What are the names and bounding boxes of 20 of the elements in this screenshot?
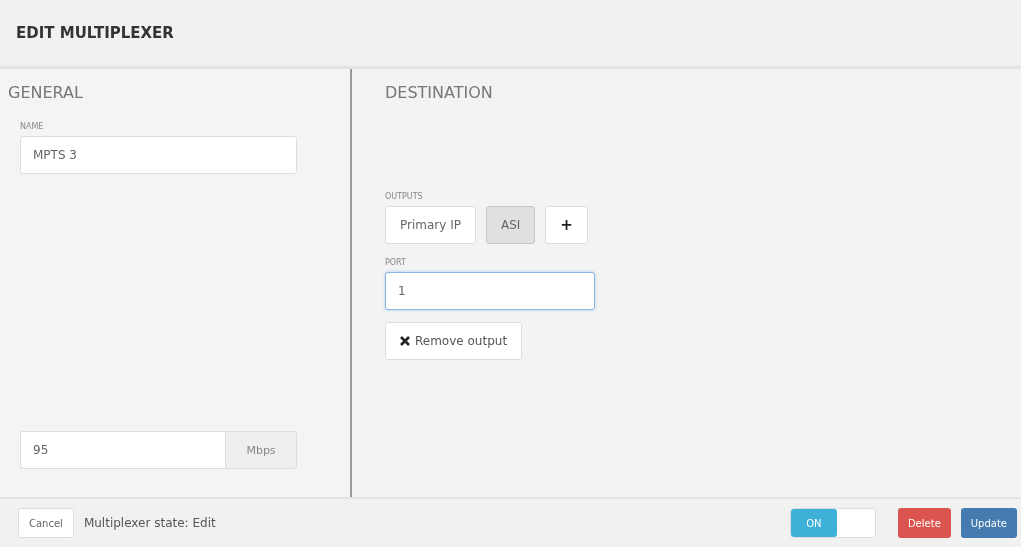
port-field[interactable]: 1 bbox=[385, 272, 595, 310]
update-button[interactable]: Update bbox=[960, 508, 1017, 538]
cancel-button[interactable]: Cancel bbox=[18, 508, 74, 538]
output-tab[interactable]: ASI bbox=[485, 206, 536, 244]
close-icon bbox=[400, 336, 410, 346]
bitrate-field[interactable]: 95 bbox=[20, 431, 225, 469]
field-label: NAME bbox=[20, 122, 45, 131]
section-heading: DESTINATION bbox=[385, 83, 493, 102]
dialog-title: EDIT MULTIPLEXER bbox=[16, 24, 174, 42]
name-field[interactable]: MPTS 3 bbox=[20, 136, 297, 174]
output-tab[interactable]: Primary IP bbox=[385, 206, 476, 244]
state-text: Multiplexer state: Edit bbox=[83, 516, 216, 530]
unit-label: Mbps bbox=[225, 431, 297, 469]
field-label: PORT bbox=[385, 258, 406, 267]
toggle-label: ON bbox=[790, 509, 837, 537]
delete-button[interactable]: Delete bbox=[897, 508, 951, 538]
remove-output-button[interactable]: Remove output bbox=[385, 322, 523, 360]
section-heading: GENERAL bbox=[8, 83, 84, 102]
add-button[interactable]: + bbox=[545, 206, 588, 244]
field-label: OUTPUTS bbox=[385, 192, 423, 201]
